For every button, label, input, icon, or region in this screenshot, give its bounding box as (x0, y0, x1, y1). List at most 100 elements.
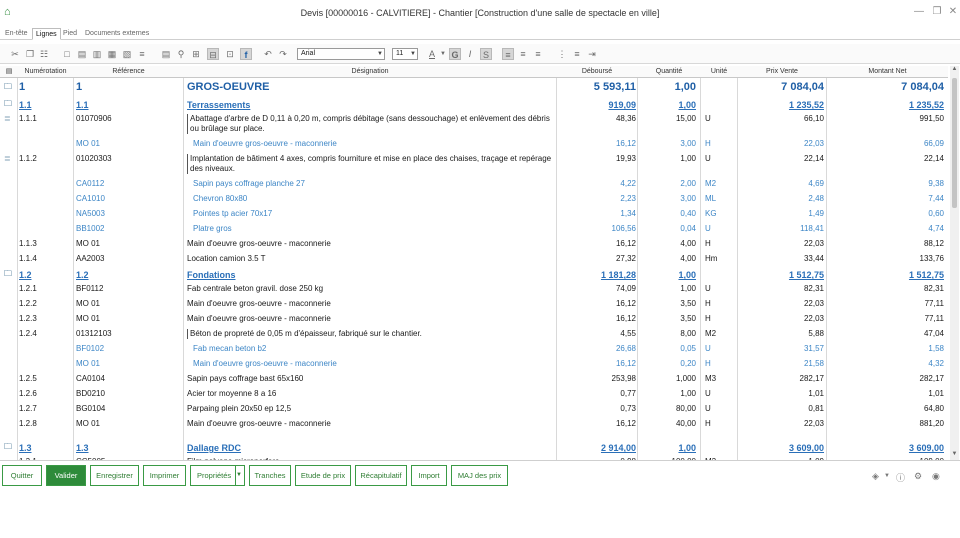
tag-icon[interactable]: ◈ (872, 471, 879, 482)
insert-subitem-icon[interactable]: ▧ (121, 48, 133, 60)
italic-icon[interactable]: I (464, 48, 476, 60)
tab-documents-externes[interactable]: Documents externes (82, 28, 152, 40)
composite-icon[interactable]: ≣ (4, 114, 14, 123)
table-row[interactable]: 🗀 1 1 GROS-OEUVRE 5 593,11 1,00 7 084,04 7 084,… (0, 80, 948, 96)
bullet-list-icon[interactable]: ⋮ (556, 48, 568, 60)
redo-icon[interactable]: ↷ (277, 48, 289, 60)
align-right-icon[interactable]: ≡ (532, 48, 544, 60)
vertical-scrollbar[interactable]: ▲ ▼ (950, 66, 959, 460)
folder-icon[interactable]: 🗀 (4, 99, 14, 108)
table-row[interactable]: 🗀 1.2 1.2 Fondations 1 181,28 1,00 1 512,75 1 5… (0, 267, 948, 281)
quitter-button[interactable]: Quitter (2, 465, 42, 486)
numbered-list-icon[interactable]: ≡ (571, 48, 583, 60)
strikethrough-icon[interactable]: S (480, 48, 492, 60)
table-row[interactable]: CA0112 Sapin pays coffrage planche 27 4,22… (0, 177, 948, 191)
col-quantite[interactable]: Quantité (638, 66, 700, 78)
bold-icon[interactable]: G (449, 48, 461, 60)
numbering-icon[interactable]: f (240, 48, 252, 60)
insert-line-icon[interactable]: ▤ (76, 48, 88, 60)
table-row[interactable]: BF0102 Fab mecan beton b2 26,68 0,05 U 31,57 1… (0, 342, 948, 356)
table-row[interactable]: 1.2.6 BD0210 Acier tor moyenne 8 a 16 0,77 1… (0, 387, 948, 401)
cell-prix-vente: 4,69 (808, 179, 824, 188)
table-row[interactable]: ≣ 1.1.1 01070906 Abattage d'arbre de D 0,11… (0, 112, 948, 136)
table-row[interactable]: 1.2.5 CA0104 Sapin pays coffrage bast 65x1… (0, 372, 948, 386)
table-row[interactable]: 1.2.7 BG0104 Parpaing plein 20x50 ep 12,5 0… (0, 402, 948, 416)
col-prix-vente[interactable]: Prix Vente (738, 66, 826, 78)
enregistrer-button[interactable]: Enregistrer (90, 465, 139, 486)
cell-designation: Platre gros (193, 224, 232, 233)
copy-icon[interactable]: ❐ (24, 48, 36, 60)
dropdown-icon[interactable]: ▼ (884, 473, 890, 479)
table-row[interactable]: 1.1.4 AA2003 Location camion 3.5 T 27,32 4,0… (0, 252, 948, 266)
table-row[interactable]: 🗀 1.1 1.1 Terrassements 919,09 1,00 1 235,52 1 … (0, 97, 948, 111)
folder-icon[interactable]: 🗀 (4, 82, 14, 91)
col-montant-net[interactable]: Montant Net (827, 66, 948, 78)
col-numerotation[interactable]: Numérotation (18, 66, 73, 78)
etude-de-prix-button[interactable]: Etude de prix (295, 465, 351, 486)
table-row[interactable]: BB1002 Platre gros 106,56 0,04 U 118,41 4,74 (0, 222, 948, 236)
import-button[interactable]: Import (411, 465, 447, 486)
table-row[interactable]: 1.1.3 MO 01 Main d'oeuvre gros-oeuvre - ma… (0, 237, 948, 251)
table-row[interactable]: 1.2.4 01312103 Béton de propreté de 0,05 m… (0, 327, 948, 341)
table-row[interactable]: 1.2.3 MO 01 Main d'oeuvre gros-oeuvre - ma… (0, 312, 948, 326)
table-row[interactable]: 1.2.1 BF0112 Fab centrale beton gravil. do… (0, 282, 948, 296)
valider-button[interactable]: Valider (46, 465, 86, 486)
scroll-up-icon[interactable]: ▲ (950, 66, 959, 75)
proprietes-button[interactable]: Propriétés ▼ (190, 465, 245, 486)
tree-icon[interactable]: ⊞ (190, 48, 202, 60)
col-unite[interactable]: Unité (701, 66, 737, 78)
minimize-icon[interactable]: — (912, 5, 926, 19)
align-center-icon[interactable]: ≡ (517, 48, 529, 60)
tab-en-tete[interactable]: En-tête (2, 28, 31, 40)
composite-icon[interactable]: ≣ (4, 154, 14, 163)
insert-item-icon[interactable]: ▦ (106, 48, 118, 60)
tranches-button[interactable]: Tranches (249, 465, 291, 486)
table-row[interactable]: CA1010 Chevron 80x80 2,23 3,00 ML 2,48 7,44 (0, 192, 948, 206)
scroll-thumb[interactable] (952, 78, 957, 208)
table-row[interactable]: 🗀 1.3 1.3 Dallage RDC 2 914,00 1,00 3 609,00 3 … (0, 440, 948, 454)
tab-lignes[interactable]: Lignes (32, 28, 61, 40)
maximize-icon[interactable]: ❐ (930, 5, 944, 19)
folder-icon[interactable]: 🗀 (4, 269, 14, 278)
lines-grid[interactable]: ▤ Numérotation Référence Désignation Déb… (0, 66, 948, 460)
expand-icon[interactable]: ⊟ (207, 48, 219, 60)
table-row[interactable]: 1.2.2 MO 01 Main d'oeuvre gros-oeuvre - ma… (0, 297, 948, 311)
imprimer-button[interactable]: Imprimer (143, 465, 186, 486)
insert-folder-icon[interactable]: □ (61, 48, 73, 60)
cell-debourse: 2 914,00 (600, 443, 636, 453)
insert-text-icon[interactable]: ▥ (91, 48, 103, 60)
table-row[interactable]: MO 01 Main d'oeuvre gros-oeuvre - maconne… (0, 137, 948, 151)
font-size-select[interactable]: 11 ▼ (392, 48, 418, 60)
list-icon[interactable]: ▤ (160, 48, 172, 60)
table-row[interactable]: MO 01 Main d'oeuvre gros-oeuvre - maconne… (0, 357, 948, 371)
cut-icon[interactable]: ✂ (9, 48, 21, 60)
indent-icon[interactable]: ⇥ (586, 48, 598, 60)
col-debourse[interactable]: Déboursé (557, 66, 637, 78)
tab-pied[interactable]: Pied (60, 28, 80, 40)
recapitulatif-button[interactable]: Récapitulatif (355, 465, 407, 486)
tab-bar: En-tête Lignes Pied Documents externes (0, 27, 960, 40)
chevron-down-icon[interactable]: ▼ (437, 48, 449, 60)
cell-quantite: 3,50 (680, 299, 696, 308)
close-icon[interactable]: ✕ (946, 5, 960, 19)
table-row[interactable]: ≣ 1.1.2 01020303 Implantation de bâtiment 4… (0, 152, 948, 176)
font-select[interactable]: Arial ▼ (297, 48, 385, 60)
undo-icon[interactable]: ↶ (262, 48, 274, 60)
settings-icon[interactable]: ⚙ (914, 471, 922, 482)
table-row[interactable]: NA5003 Pointes tp acier 70x17 1,34 0,40 KG 1,… (0, 207, 948, 221)
folder-icon[interactable]: 🗀 (4, 442, 14, 451)
table-row[interactable]: 1.2.8 MO 01 Main d'oeuvre gros-oeuvre - ma… (0, 417, 948, 431)
collapse-icon[interactable]: ⊡ (224, 48, 236, 60)
align-left-icon[interactable]: ≡ (502, 48, 514, 60)
maj-des-prix-button[interactable]: MAJ des prix (451, 465, 508, 486)
col-reference[interactable]: Référence (74, 66, 183, 78)
lock-icon[interactable]: ◉ (932, 471, 940, 482)
search-icon[interactable]: ⚲ (175, 48, 187, 60)
cell-reference: NA5003 (76, 209, 105, 218)
scroll-down-icon[interactable]: ▼ (950, 451, 959, 460)
col-designation[interactable]: Désignation (184, 66, 556, 78)
info-icon[interactable]: ⓘ (896, 471, 905, 484)
delete-icon[interactable]: ≡ (136, 48, 148, 60)
chevron-down-icon[interactable]: ▼ (235, 466, 244, 485)
paste-icon[interactable]: ☷ (38, 48, 50, 60)
